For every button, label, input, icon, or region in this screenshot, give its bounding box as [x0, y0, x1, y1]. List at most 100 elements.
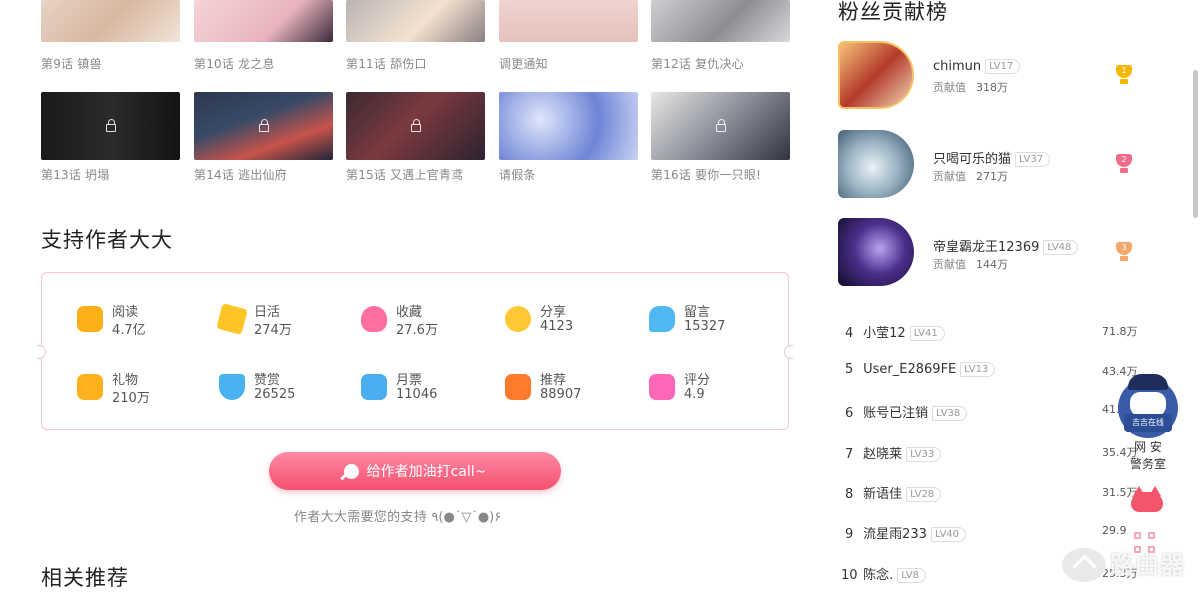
silver-trophy-icon: 2: [1114, 154, 1134, 174]
stat-label: 推荐: [540, 373, 567, 388]
fan-name[interactable]: 小莹12: [863, 326, 906, 341]
episode-title[interactable]: 第10话 龙之息: [194, 55, 333, 72]
episode-thumbnail[interactable]: [499, 92, 638, 160]
gift-icon: [77, 374, 103, 400]
episode-title[interactable]: 第15话 又遇上官青鸢: [346, 166, 485, 183]
contrib-value: 318万: [976, 81, 1008, 94]
episode-thumbnail[interactable]: [651, 92, 790, 160]
related-section-title: 相关推荐: [41, 566, 129, 590]
fan-rank-row[interactable]: 9 流星雨233 LV40 29.9: [845, 523, 1145, 543]
episode-thumbnail[interactable]: [346, 0, 485, 42]
stat-read: 阅读 4.7亿: [77, 301, 207, 341]
episode-title[interactable]: 调更通知: [499, 55, 638, 72]
episode-title[interactable]: 第16话 要你一只眼!: [651, 166, 790, 183]
rank-number: 8: [845, 487, 854, 502]
level-badge: LV37: [1015, 152, 1051, 167]
fan-name[interactable]: 只喝可乐的猫: [933, 152, 1011, 167]
episode-card[interactable]: 第14话 逃出仙府: [194, 92, 333, 183]
rank-number: 6: [845, 406, 854, 421]
fan-rank-row[interactable]: 8 新语佳 LV28 31.5万: [845, 483, 1145, 503]
rank-number: 7: [845, 447, 854, 462]
police-label-1: 网 安: [1134, 440, 1162, 454]
level-badge: LV13: [960, 362, 996, 377]
contrib-value: 144万: [976, 258, 1008, 271]
level-badge: LV41: [909, 326, 945, 341]
lock-icon: [410, 119, 421, 132]
episode-card[interactable]: 第15话 又遇上官青鸢: [346, 92, 485, 183]
contrib-label: 贡献值: [933, 81, 966, 94]
trophy-rank: 3: [1121, 243, 1127, 252]
level-badge: LV33: [906, 447, 942, 462]
episode-card[interactable]: 第9话 镇兽: [41, 0, 180, 72]
episode-thumbnail[interactable]: [651, 0, 790, 42]
episode-card[interactable]: 第10话 龙之息: [194, 0, 333, 72]
contrib-value: 271万: [976, 170, 1008, 183]
fan-rank-row[interactable]: 7 赵晓莱 LV33 35.4万: [845, 443, 1145, 463]
top-fan-1[interactable]: chimun LV17 贡献值 318万 1: [838, 41, 1138, 111]
stat-value: 27.6万: [396, 323, 438, 338]
level-badge: LV40: [930, 527, 967, 542]
episode-thumbnail[interactable]: [41, 92, 180, 160]
top-fan-3[interactable]: 帝皇霸龙王12369 LV48 贡献值 144万 3: [838, 218, 1138, 288]
episode-card[interactable]: 第11话 舔伤口: [346, 0, 485, 72]
episode-title[interactable]: 第9话 镇兽: [41, 55, 180, 72]
stat-share: 分享 4123: [505, 301, 635, 341]
episode-thumbnail[interactable]: [499, 0, 638, 42]
stat-label: 留言: [684, 305, 711, 320]
lock-icon: [715, 119, 726, 132]
fan-name[interactable]: 陈念.: [863, 568, 893, 583]
episode-card[interactable]: 请假条: [499, 92, 638, 183]
fan-rank-row[interactable]: 6 账号已注销 LV38 41.: [845, 402, 1145, 422]
contrib-value: 71.8万: [1102, 325, 1138, 338]
page-scrollbar-thumb[interactable]: [1193, 70, 1198, 218]
stat-label: 收藏: [396, 305, 423, 320]
fan-name[interactable]: 新语佳: [863, 487, 902, 502]
rank-number: 9: [845, 527, 854, 542]
share-icon: [505, 306, 531, 332]
episode-thumbnail[interactable]: [194, 0, 333, 42]
episode-thumbnail[interactable]: [41, 0, 180, 42]
episode-card[interactable]: 调更通知: [499, 0, 638, 72]
watermark-text: 路由器: [1110, 551, 1185, 579]
avatar[interactable]: [838, 41, 914, 109]
episode-thumbnail[interactable]: [194, 92, 333, 160]
episode-title[interactable]: 第12话 复仇决心: [651, 55, 790, 72]
comment-icon: [649, 306, 675, 332]
fan-name[interactable]: 账号已注销: [863, 406, 928, 421]
cheer-author-button[interactable]: 给作者加油打call~: [269, 452, 561, 490]
stat-value: 88907: [540, 387, 582, 402]
episode-title[interactable]: 第13话 坍塌: [41, 166, 180, 183]
fan-name[interactable]: 流星雨233: [863, 527, 927, 542]
contrib-value: 29.9: [1102, 524, 1127, 537]
episode-card[interactable]: 第12话 复仇决心: [651, 0, 790, 72]
episode-card[interactable]: 第16话 要你一只眼!: [651, 92, 790, 183]
stat-recommend: 推荐 88907: [505, 369, 635, 409]
fan-name[interactable]: User_E2869FE: [863, 362, 956, 377]
stat-label: 评分: [684, 373, 711, 388]
episode-card[interactable]: 第13话 坍塌: [41, 92, 180, 183]
contrib-label: 贡献值: [933, 170, 966, 183]
episode-thumbnail[interactable]: [346, 92, 485, 160]
fans-ranking-title: 粉丝贡献榜: [838, 0, 948, 24]
avatar[interactable]: [838, 218, 914, 286]
fan-name[interactable]: 帝皇霸龙王12369: [933, 240, 1039, 255]
fan-rank-row[interactable]: 4 小莹12 LV41 71.8万: [845, 322, 1145, 342]
top-fan-2[interactable]: 只喝可乐的猫 LV37 贡献值 271万 2: [838, 130, 1138, 200]
cyber-police-widget[interactable]: 吉吉在线 网 安 警务室: [1112, 374, 1184, 472]
episode-title[interactable]: 第11话 舔伤口: [346, 55, 485, 72]
back-to-top-button[interactable]: [1062, 548, 1106, 582]
episode-title[interactable]: 请假条: [499, 166, 638, 183]
rank-number: 4: [845, 326, 854, 341]
episode-title[interactable]: 第14话 逃出仙府: [194, 166, 333, 183]
fan-name[interactable]: 赵晓莱: [863, 447, 902, 462]
stat-label: 赞赏: [254, 373, 281, 388]
police-label-2: 警务室: [1129, 457, 1166, 471]
avatar[interactable]: [838, 130, 914, 198]
fan-rank-row[interactable]: 5 User_E2869FE LV13 43.4万: [845, 362, 1145, 382]
stat-label: 日活: [254, 305, 281, 320]
cat-mascot-icon[interactable]: [1127, 486, 1167, 514]
stat-favorites: 收藏 27.6万: [361, 301, 491, 341]
stat-gifts: 礼物 210万: [77, 369, 207, 409]
panel-notch-left: [37, 345, 46, 359]
fan-name[interactable]: chimun: [933, 59, 981, 74]
